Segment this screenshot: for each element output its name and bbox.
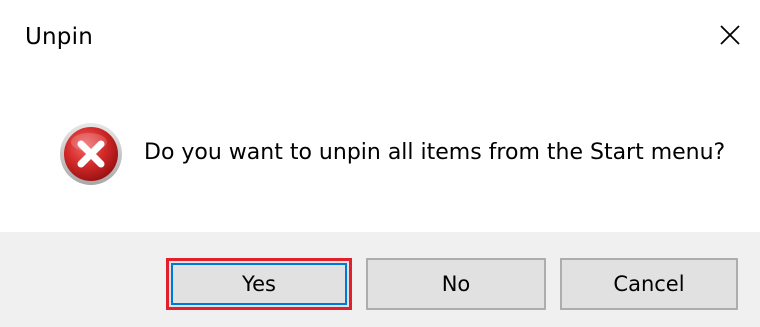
unpin-dialog: Unpin Do you want to unpin all items fro… bbox=[0, 0, 760, 327]
error-icon bbox=[60, 123, 122, 185]
title-bar: Unpin bbox=[0, 0, 760, 80]
no-button-label: No bbox=[441, 272, 471, 296]
close-icon bbox=[720, 25, 740, 45]
dialog-title: Unpin bbox=[25, 24, 93, 50]
dialog-message: Do you want to unpin all items from the … bbox=[144, 140, 726, 165]
close-button[interactable] bbox=[700, 0, 760, 70]
yes-button-focus: Yes bbox=[171, 263, 347, 305]
button-bar: Yes No Cancel bbox=[0, 232, 760, 327]
cancel-button[interactable]: Cancel bbox=[560, 258, 738, 310]
cancel-button-label: Cancel bbox=[613, 272, 685, 296]
no-button[interactable]: No bbox=[366, 258, 546, 310]
yes-button-label: Yes bbox=[242, 272, 276, 296]
yes-button[interactable]: Yes bbox=[166, 258, 352, 310]
dialog-content: Do you want to unpin all items from the … bbox=[0, 80, 760, 232]
